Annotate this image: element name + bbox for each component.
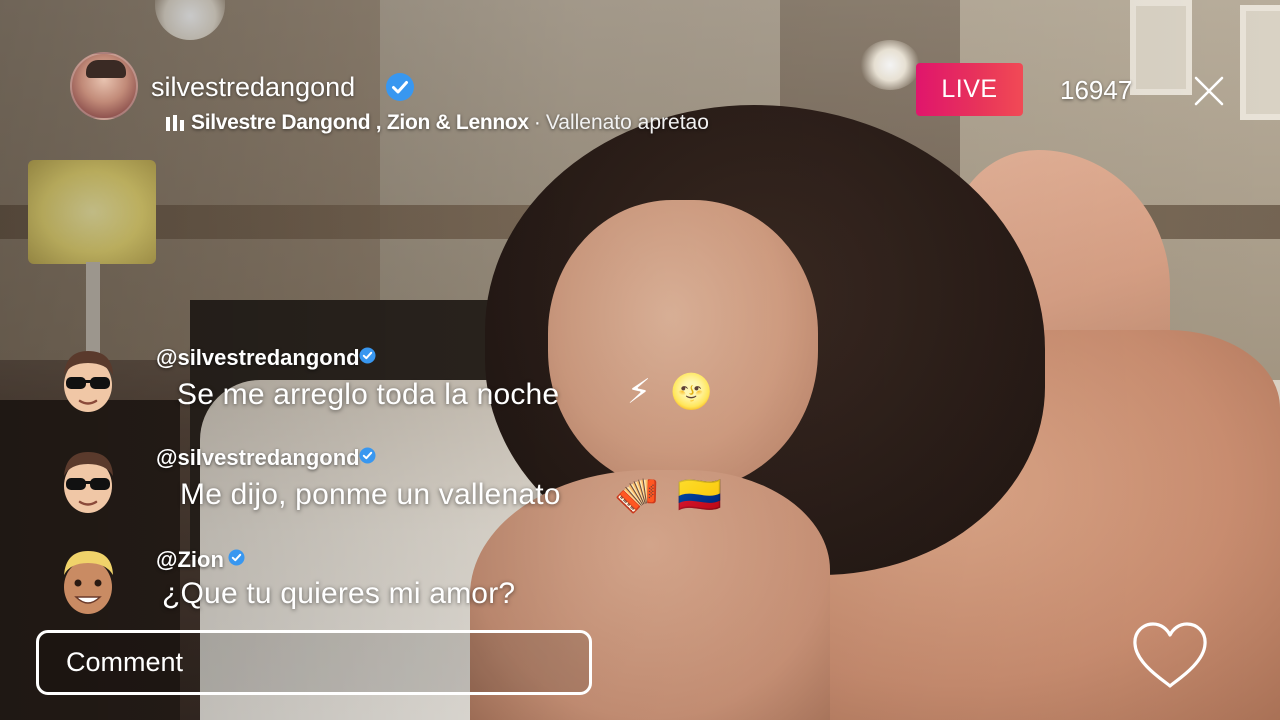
commenter-avatar[interactable] (56, 345, 120, 415)
full-moon-face-emoji: 🌝 (670, 373, 713, 411)
commenter-avatar[interactable] (56, 547, 120, 617)
close-icon[interactable] (1192, 74, 1226, 108)
live-badge: LIVE (916, 63, 1023, 116)
host-avatar[interactable] (70, 52, 138, 120)
verified-badge-icon (359, 447, 376, 464)
verified-badge-icon (359, 347, 376, 364)
comment-username[interactable]: @silvestredangond (156, 445, 360, 471)
music-separator: · (533, 111, 541, 134)
comment-text: ¿Que tu quieres mi amor? (162, 577, 516, 610)
verified-badge-icon (386, 73, 414, 101)
heart-icon[interactable] (1130, 620, 1210, 692)
avatar-hair (86, 60, 126, 78)
comment-text: Se me arreglo toda la noche (177, 378, 560, 411)
accordion-emoji: 🪗 (614, 474, 659, 515)
comment-username[interactable]: @silvestredangond (156, 345, 360, 371)
comment-text: Me dijo, ponme un vallenato (180, 478, 561, 511)
music-bars-icon (166, 115, 184, 131)
comment-input[interactable] (36, 630, 592, 695)
host-username[interactable]: silvestredangond (151, 70, 355, 104)
verified-badge-icon (228, 549, 245, 566)
music-info[interactable]: Silvestre Dangond , Zion & Lennox · Vall… (165, 108, 709, 138)
music-artists: Silvestre Dangond , Zion & Lennox (191, 111, 529, 134)
viewer-count: 16947 (1060, 75, 1133, 105)
live-overlay: silvestredangond Silvestre Dangond , Zio… (0, 0, 1280, 720)
colombia-flag-emoji: 🇨🇴 (677, 474, 722, 515)
music-song-title: Vallenato apretao (545, 111, 709, 134)
commenter-avatar[interactable] (56, 446, 120, 516)
lightning-emoji: ⚡ (627, 373, 651, 411)
comment-username[interactable]: @Zion (156, 547, 224, 573)
